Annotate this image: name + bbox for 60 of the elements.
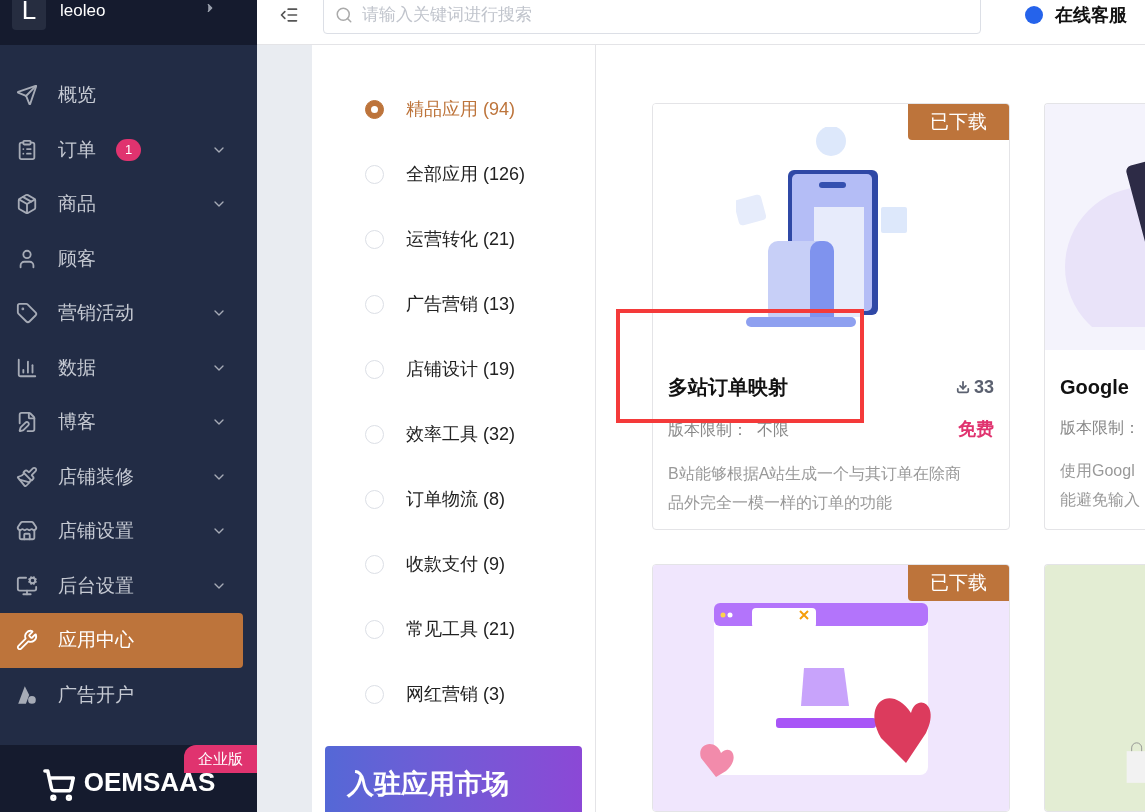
- menu-icon: [16, 302, 38, 325]
- category-option[interactable]: 收款支付 (9): [325, 532, 582, 597]
- sidebar-item[interactable]: 博客: [0, 395, 243, 450]
- menu-icon: [16, 465, 38, 488]
- join-market-banner[interactable]: 入驻应用市场: [325, 746, 582, 812]
- app-card[interactable]: 已下载: [652, 564, 1010, 812]
- brand-initial: L: [12, 0, 46, 30]
- download-icon: [955, 380, 970, 394]
- search-icon: [335, 6, 353, 24]
- sidebar-item[interactable]: 营销活动: [0, 286, 243, 341]
- menu-icon: [16, 574, 38, 597]
- sidebar-item[interactable]: 顾客: [0, 231, 243, 286]
- menu-icon: [16, 138, 38, 161]
- category-option[interactable]: 精品应用 (94): [325, 77, 582, 142]
- app-title: 多站订单映射: [668, 375, 788, 400]
- sidebar-item[interactable]: 后台设置: [0, 558, 243, 613]
- description-line: B站能够根据A站生成一个与其订单在除商: [668, 464, 963, 484]
- category-option[interactable]: 店铺设计 (19): [325, 337, 582, 402]
- version-limit: 版本限制：: [1060, 418, 1140, 438]
- version-limit: 版本限制： 不限: [668, 419, 789, 440]
- description-line: 品外完全一模一样的订单的功能: [668, 493, 893, 513]
- app-title: Google: [1060, 375, 1129, 400]
- category-option[interactable]: 常见工具 (21): [325, 597, 582, 662]
- description-line: 使用Googl: [1060, 461, 1136, 481]
- sidebar-item[interactable]: 数据: [0, 340, 243, 395]
- sidebar-item[interactable]: 订单 1: [0, 122, 243, 177]
- support-link[interactable]: 在线客服: [1055, 1, 1127, 29]
- count-badge: 1: [116, 138, 141, 161]
- collapse-menu-icon[interactable]: [279, 5, 299, 25]
- downloaded-badge: 已下载: [908, 104, 1009, 140]
- category-option[interactable]: 效率工具 (32): [325, 402, 582, 467]
- menu-icon: [16, 356, 38, 379]
- sidebar-item[interactable]: 概览: [0, 68, 243, 123]
- cart-icon: [41, 768, 76, 802]
- search-field[interactable]: 请输入关键词进行搜索: [323, 0, 981, 34]
- sidebar-item[interactable]: 商品: [0, 177, 243, 232]
- radio-button[interactable]: [365, 100, 384, 119]
- sidebar-item[interactable]: 应用中心: [0, 613, 243, 668]
- menu-icon: [16, 411, 38, 434]
- support-icon: [1025, 6, 1043, 24]
- menu-icon: [16, 84, 38, 107]
- sidebar-item[interactable]: 广告开户: [0, 667, 243, 722]
- category-option[interactable]: 全部应用 (126): [325, 142, 582, 207]
- app-card[interactable]: Google 版本限制： 使用Googl 能避免输入: [1044, 103, 1145, 530]
- edition-badge: 企业版: [184, 745, 257, 773]
- category-option[interactable]: 运营转化 (21): [325, 207, 582, 272]
- menu-icon: [16, 629, 38, 652]
- app-card[interactable]: 已下载 多站订单映射 33 版本限制： 不限 免费 B站能够根据A站生成一个与其订单在除商 品外完全一模一样的订单的功能: [652, 103, 1010, 530]
- price-label: 免费: [958, 418, 994, 441]
- store-name[interactable]: leoleo: [60, 0, 189, 24]
- menu-icon: [16, 520, 38, 543]
- category-option[interactable]: 广告营销 (13): [325, 272, 582, 337]
- downloaded-badge: 已下载: [908, 565, 1009, 601]
- download-count: 33: [973, 375, 994, 399]
- sidebar-item[interactable]: 店铺装修: [0, 449, 243, 504]
- category-option[interactable]: 订单物流 (8): [325, 467, 582, 532]
- menu-icon: [16, 193, 38, 216]
- description-line: 能避免输入: [1060, 490, 1141, 510]
- sidebar-item[interactable]: 店铺设置: [0, 504, 243, 559]
- category-option[interactable]: 网红营销 (3): [325, 662, 582, 727]
